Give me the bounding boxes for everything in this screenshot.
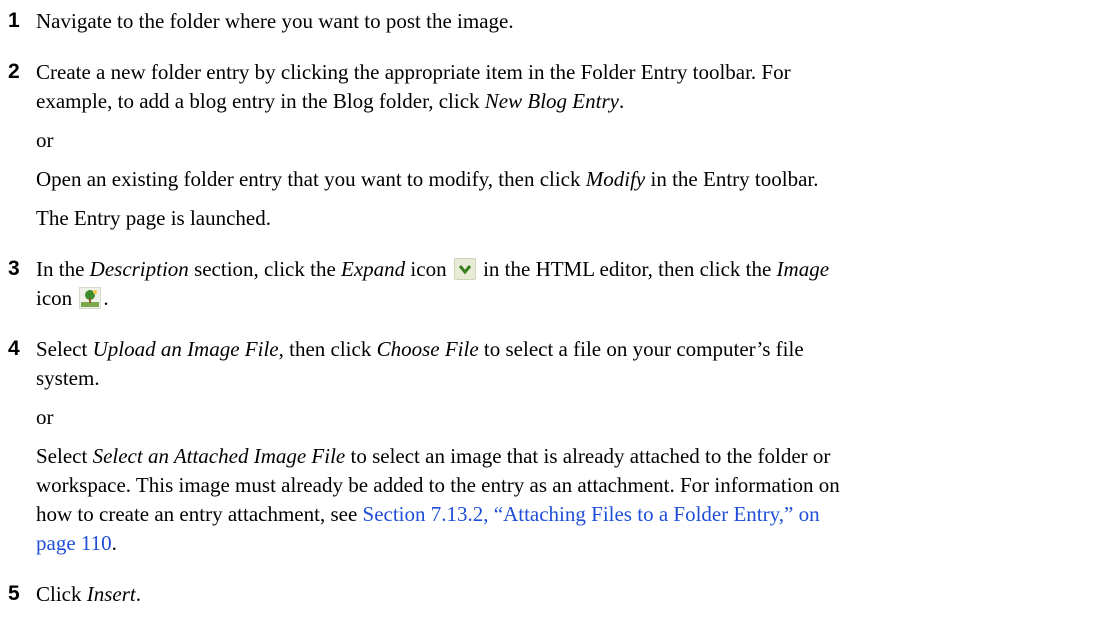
cross-reference-link-page[interactable]: page 110 xyxy=(36,531,112,555)
step-text-line: Select Select an Attached Image File to … xyxy=(36,444,831,468)
step-text-line: system. xyxy=(36,366,100,390)
step-text-line: example, to add a blog entry in the Blog… xyxy=(36,89,625,113)
step-number: 3 xyxy=(8,257,20,280)
step-text-line: icon . xyxy=(36,286,109,310)
chevron-down-icon xyxy=(453,258,476,280)
step-number: 4 xyxy=(8,337,20,360)
or-separator: or xyxy=(36,405,54,429)
step-number: 5 xyxy=(8,582,20,605)
cross-reference-link[interactable]: Section 7.13.2, “Attaching Files to a Fo… xyxy=(363,502,820,526)
tree-image-icon xyxy=(79,287,102,309)
ui-term: New Blog Entry xyxy=(484,89,619,113)
step-number: 2 xyxy=(8,60,20,83)
step-number: 1 xyxy=(8,9,20,32)
step-text-line: page 110. xyxy=(36,531,117,555)
step-text-line: workspace. This image must already be ad… xyxy=(36,473,840,497)
ui-term: Modify xyxy=(585,167,646,191)
step-text-line: Open an existing folder entry that you w… xyxy=(36,167,819,191)
or-separator: or xyxy=(36,128,54,152)
step-text-line: In the Description section, click the Ex… xyxy=(36,257,830,281)
step-text-line: Click Insert. xyxy=(36,582,141,606)
step-text-line: Create a new folder entry by clicking th… xyxy=(36,60,791,84)
step-text-line: how to create an entry attachment, see S… xyxy=(36,502,820,526)
step-text-line: The Entry page is launched. xyxy=(36,206,271,230)
step-text-line: Select Upload an Image File, then click … xyxy=(36,337,804,361)
step-text: Navigate to the folder where you want to… xyxy=(36,9,514,33)
